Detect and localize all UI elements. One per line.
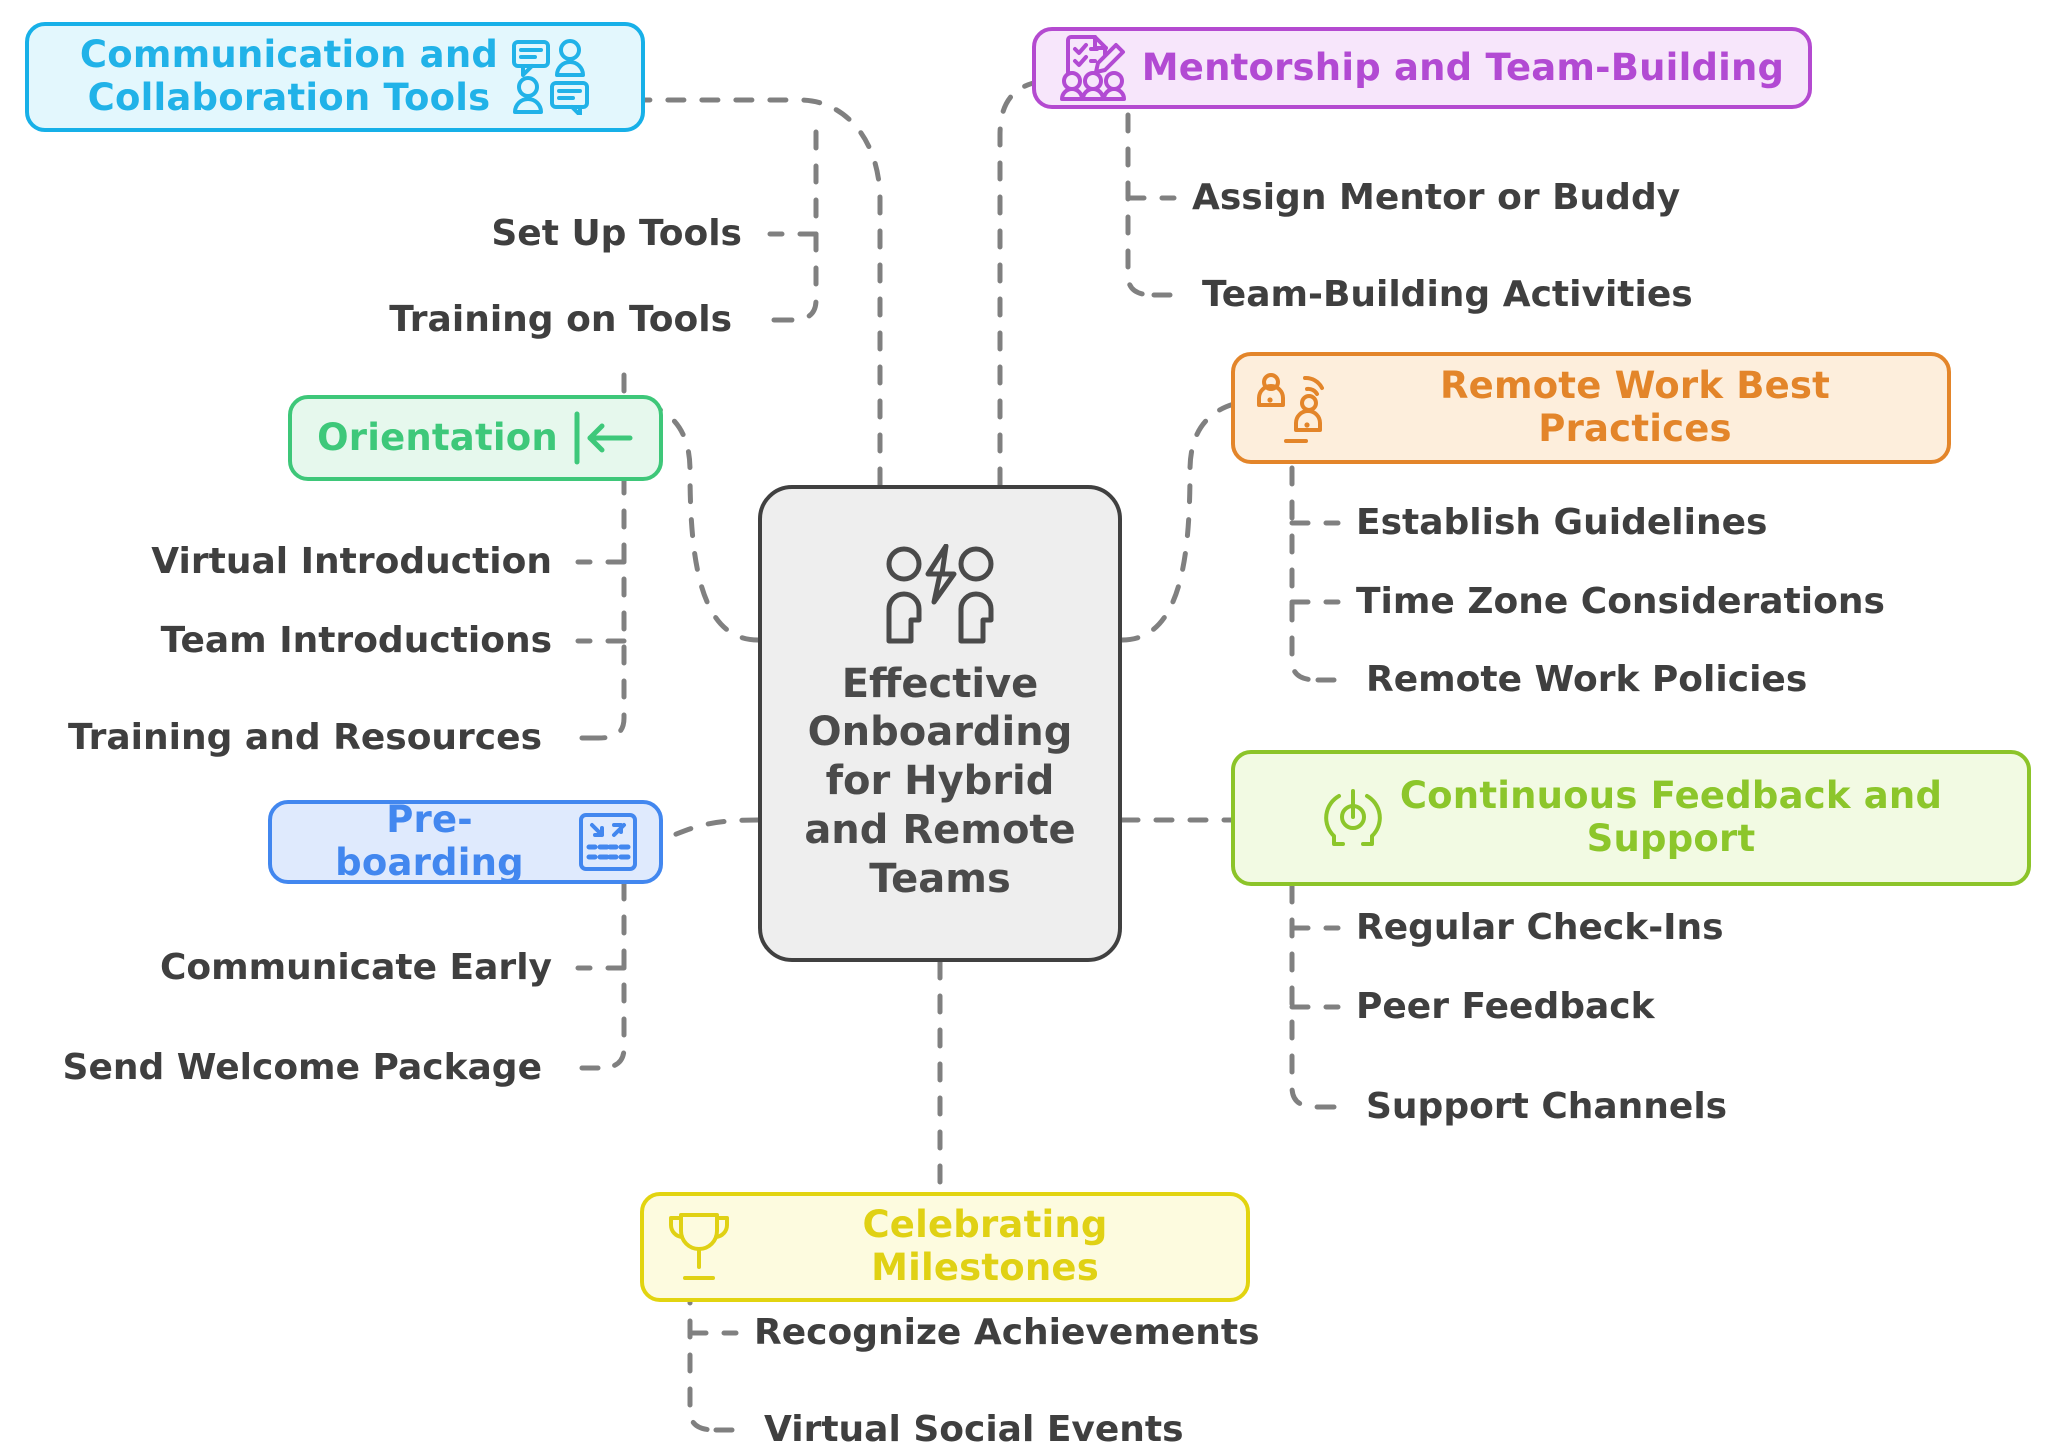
branch-label-communication: Communication and Collaboration Tools [79, 33, 499, 119]
link-center-mentorship [997, 77, 1063, 488]
branch-label-mentorship: Mentorship and Team-Building [1141, 45, 1785, 89]
remote-worker-wifi-icon [1257, 372, 1331, 444]
leaf-label-training-on-tools[interactable]: Training on Tools [389, 302, 732, 338]
leaf-label-communicate-early[interactable]: Communicate Early [160, 950, 552, 986]
link-preboarding-spine [595, 880, 627, 1071]
central-node[interactable]: Effective Onboarding for Hybrid and Remo… [758, 485, 1122, 962]
leaf-label-team-building-activities[interactable]: Team-Building Activities [1202, 277, 1693, 313]
branch-node-feedback[interactable]: Continuous Feedback and Support [1231, 750, 2031, 886]
feedback-loop-icon [1320, 785, 1386, 851]
branch-node-mentorship[interactable]: Mentorship and Team-Building [1032, 27, 1812, 109]
trophy-icon [666, 1212, 732, 1282]
central-node-title: Effective Onboarding for Hybrid and Remo… [804, 660, 1076, 902]
branch-node-orientation[interactable]: Orientation [288, 395, 663, 481]
link-feedback-spine [1289, 883, 1321, 1110]
link-mentorship-spine [1125, 112, 1157, 298]
leaf-label-training-and-resources[interactable]: Training and Resources [68, 720, 542, 756]
leaf-label-send-welcome-package[interactable]: Send Welcome Package [63, 1050, 542, 1086]
chat-people-icon [512, 39, 590, 115]
leaf-label-team-introductions[interactable]: Team Introductions [161, 623, 552, 659]
link-center-communication [642, 97, 883, 488]
leaf-label-set-up-tools[interactable]: Set Up Tools [491, 216, 742, 252]
leaf-label-virtual-social-events[interactable]: Virtual Social Events [764, 1412, 1184, 1448]
leaf-label-virtual-introduction[interactable]: Virtual Introduction [151, 544, 552, 580]
leaf-label-establish-guidelines[interactable]: Establish Guidelines [1356, 505, 1767, 541]
two-people-lightning-icon [876, 543, 1004, 650]
leaf-label-time-zone-considerations[interactable]: Time Zone Considerations [1356, 584, 1885, 620]
leaf-label-support-channels[interactable]: Support Channels [1366, 1089, 1727, 1125]
branch-label-orientation: Orientation [317, 415, 558, 459]
leaf-label-recognize-achievements[interactable]: Recognize Achievements [754, 1315, 1260, 1351]
branch-node-remote-work[interactable]: Remote Work Best Practices [1231, 352, 1951, 464]
arrow-to-left-bar-icon [572, 410, 634, 466]
mindmap-canvas: Effective Onboarding for Hybrid and Remo… [0, 0, 2052, 1448]
leaf-label-remote-work-policies[interactable]: Remote Work Policies [1366, 662, 1807, 698]
link-communication-spine [787, 129, 819, 323]
spreadsheet-arrows-icon [579, 813, 637, 871]
branch-node-preboarding[interactable]: Pre-boarding [268, 798, 663, 884]
branch-label-remote-work: Remote Work Best Practices [1439, 364, 1831, 450]
branch-label-preboarding: Pre-boarding [335, 798, 524, 884]
leaf-label-peer-feedback[interactable]: Peer Feedback [1356, 989, 1655, 1025]
checklist-pencil-group-icon [1059, 35, 1128, 101]
branch-label-milestones: Celebrating Milestones [862, 1203, 1108, 1289]
branch-node-communication[interactable]: Communication and Collaboration Tools [25, 22, 645, 132]
branch-label-feedback: Continuous Feedback and Support [1399, 774, 1943, 860]
leaf-label-assign-mentor-or-buddy[interactable]: Assign Mentor or Buddy [1192, 180, 1680, 216]
leaf-label-regular-check-ins[interactable]: Regular Check-Ins [1356, 910, 1724, 946]
branch-node-milestones[interactable]: Celebrating Milestones [640, 1192, 1250, 1302]
